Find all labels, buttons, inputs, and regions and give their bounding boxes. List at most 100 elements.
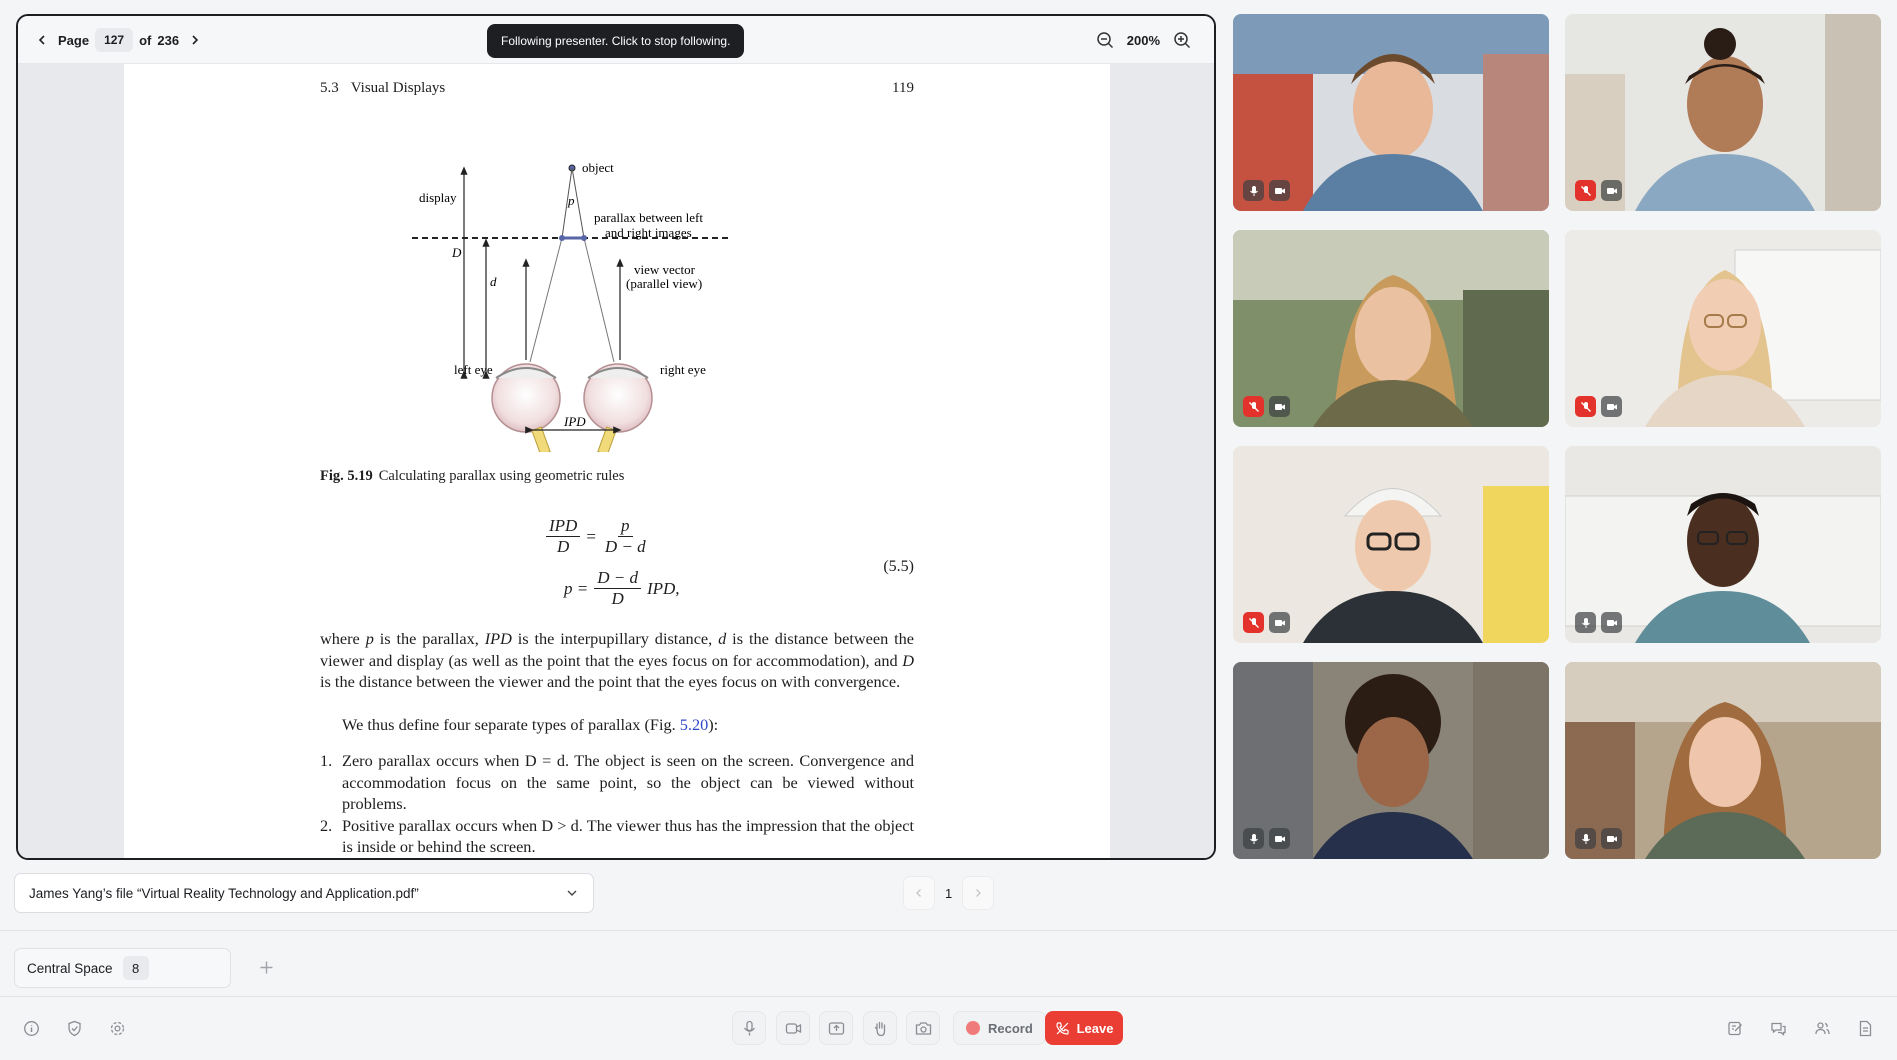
participant-tile[interactable] xyxy=(1565,446,1881,643)
paragraph-definitions: where p is the parallax, IPD is the inte… xyxy=(320,629,915,691)
camera-icon xyxy=(1606,835,1617,842)
mic-muted-status xyxy=(1575,396,1596,417)
eq-p-lhs: p = xyxy=(564,578,589,598)
participant-tile[interactable] xyxy=(1233,662,1549,859)
files-button[interactable] xyxy=(1848,1011,1882,1045)
participant-tile[interactable] xyxy=(1233,446,1549,643)
eq-D-minus-d: D − d xyxy=(604,537,646,556)
record-button[interactable]: Record xyxy=(953,1011,1046,1045)
info-icon xyxy=(23,1020,39,1036)
follow-presenter-toggle[interactable]: Following presenter. Click to stop follo… xyxy=(487,24,745,58)
leave-button[interactable]: Leave xyxy=(1045,1011,1123,1045)
stage-page-number: 1 xyxy=(945,885,953,901)
label-parallax-2: and right images xyxy=(605,225,692,240)
page-navigator: Page 127 of 236 xyxy=(32,28,205,52)
camera-status xyxy=(1601,612,1622,633)
participant-tile[interactable] xyxy=(1233,230,1549,427)
stage-prev-button[interactable] xyxy=(903,876,935,910)
eq-p: p xyxy=(618,516,633,537)
add-space-button[interactable] xyxy=(254,955,278,979)
camera-icon xyxy=(1274,403,1285,410)
microphone-off-icon xyxy=(1580,185,1591,196)
mic-status xyxy=(1575,828,1596,849)
share-screen-button[interactable] xyxy=(819,1011,853,1045)
shared-file-select[interactable]: James Yang’s file “Virtual Reality Techn… xyxy=(14,873,594,913)
mic-status xyxy=(1243,828,1264,849)
camera-status xyxy=(1601,396,1622,417)
screenshot-button[interactable] xyxy=(906,1011,940,1045)
phone-hangup-icon xyxy=(1055,1021,1069,1035)
zoom-out-button[interactable] xyxy=(1093,28,1117,52)
next-page-button[interactable] xyxy=(185,29,205,51)
prev-page-button[interactable] xyxy=(32,29,52,51)
participants-button[interactable] xyxy=(1805,1011,1839,1045)
of-label: of xyxy=(139,32,152,48)
microphone-icon xyxy=(1581,833,1590,844)
space-tab-central[interactable]: Central Space 8 xyxy=(14,948,231,988)
chat-button[interactable] xyxy=(1761,1011,1795,1045)
chevron-left-icon xyxy=(38,35,45,45)
whiteboard-button[interactable] xyxy=(1718,1011,1752,1045)
shield-check-icon xyxy=(67,1020,81,1036)
participant-tile[interactable] xyxy=(1565,662,1881,859)
figure-5-20-link[interactable]: 5.20 xyxy=(680,715,709,734)
total-pages: 236 xyxy=(157,32,180,48)
microphone-off-icon xyxy=(1580,401,1591,412)
document-viewer: Page 127 of 236 Following presenter. Cli… xyxy=(16,14,1216,860)
label-D: D xyxy=(451,245,462,260)
figure-caption: Fig. 5.19 Calculating parallax using geom… xyxy=(320,468,624,485)
paragraph-four-types: We thus define four separate types of pa… xyxy=(342,715,719,734)
label-parallax-1: parallax between left xyxy=(594,210,703,225)
label-view-vector-2: (parallel view) xyxy=(626,276,702,291)
raise-hand-icon xyxy=(874,1021,885,1036)
camera-status xyxy=(1269,612,1290,633)
label-d: d xyxy=(490,274,497,289)
document-icon xyxy=(1859,1020,1871,1036)
divider xyxy=(0,930,1897,931)
share-screen-icon xyxy=(828,1021,844,1035)
eq-ipd-tail: IPD, xyxy=(646,578,680,598)
microphone-off-icon xyxy=(1248,617,1259,628)
microphone-icon xyxy=(1581,617,1590,628)
microphone-icon xyxy=(1249,185,1258,196)
gear-icon xyxy=(110,1021,124,1035)
figure-label: Fig. 5.19 xyxy=(320,468,373,484)
camera-icon xyxy=(1606,187,1617,194)
record-dot-icon xyxy=(966,1021,980,1035)
zoom-controls: 200% xyxy=(1093,28,1194,52)
pdf-scroll-area[interactable]: 5.3 Visual Displays 119 object display p… xyxy=(18,64,1214,858)
camera-button[interactable] xyxy=(776,1011,810,1045)
left-eye-illustration xyxy=(491,363,561,452)
label-left-eye: left eye xyxy=(454,362,493,377)
camera-icon xyxy=(1274,619,1285,626)
camera-icon xyxy=(785,1022,801,1034)
space-member-count: 8 xyxy=(122,956,149,980)
current-page-input[interactable]: 127 xyxy=(95,28,134,52)
pdf-page-number: 119 xyxy=(892,80,914,96)
people-icon xyxy=(1814,1021,1830,1034)
microphone-icon xyxy=(1249,833,1258,844)
page-label: Page xyxy=(58,32,90,48)
stage-next-button[interactable] xyxy=(962,876,995,910)
camera-status xyxy=(1601,180,1622,201)
microphone-off-icon xyxy=(1248,401,1259,412)
running-header: 5.3 Visual Displays 119 xyxy=(320,80,914,97)
divider xyxy=(0,996,1897,997)
pdf-page: 5.3 Visual Displays 119 object display p… xyxy=(124,64,1110,858)
label-right-eye: right eye xyxy=(660,362,706,377)
eq-ipd: IPD xyxy=(546,516,581,537)
viewer-toolbar: Page 127 of 236 Following presenter. Cli… xyxy=(18,16,1214,64)
participant-tile[interactable] xyxy=(1565,230,1881,427)
label-view-vector-1: view vector xyxy=(634,262,696,277)
list-item: 2. Positive parallax occurs when D > d. … xyxy=(320,815,915,857)
microphone-button[interactable] xyxy=(732,1011,766,1045)
settings-button[interactable] xyxy=(100,1011,134,1045)
participant-tile[interactable] xyxy=(1233,14,1549,211)
section-title: Visual Displays xyxy=(350,80,446,96)
info-button[interactable] xyxy=(14,1011,48,1045)
raise-hand-button[interactable] xyxy=(863,1011,897,1045)
equation-number: (5.5) xyxy=(883,558,914,575)
participant-tile[interactable] xyxy=(1565,14,1881,211)
security-button[interactable] xyxy=(57,1011,91,1045)
zoom-in-button[interactable] xyxy=(1170,28,1194,52)
